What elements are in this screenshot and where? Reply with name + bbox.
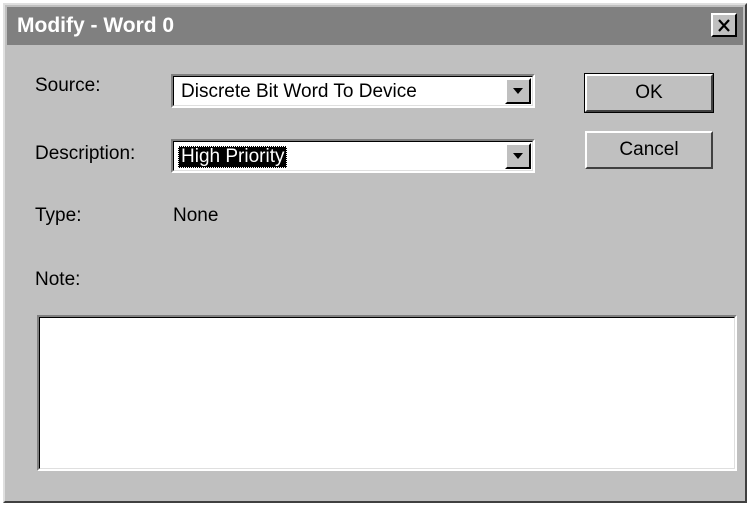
chevron-down-icon [513,153,523,159]
source-combobox[interactable]: Discrete Bit Word To Device [171,74,535,108]
dialog-title: Modify - Word 0 [17,14,175,37]
close-button[interactable] [711,13,737,37]
type-label: Type: [35,205,82,226]
source-label: Source: [35,75,101,96]
source-dropdown-button[interactable] [505,78,531,104]
ok-button[interactable]: OK [584,73,714,113]
chevron-down-icon [513,88,523,94]
type-value: None [173,205,219,226]
description-value: High Priority [178,146,288,168]
note-text [39,317,735,469]
description-label: Description: [35,143,136,164]
title-bar[interactable]: Modify - Word 0 [7,7,743,45]
description-dropdown-button[interactable] [505,143,531,169]
modify-dialog: Modify - Word 0 Source: Discrete Bit Wor… [3,3,747,503]
cancel-button[interactable]: Cancel [585,131,713,169]
source-value: Discrete Bit Word To Device [181,81,417,102]
note-textarea[interactable] [37,315,737,471]
description-combobox[interactable]: High Priority [171,139,535,173]
close-icon [718,18,730,32]
note-label: Note: [35,269,81,290]
